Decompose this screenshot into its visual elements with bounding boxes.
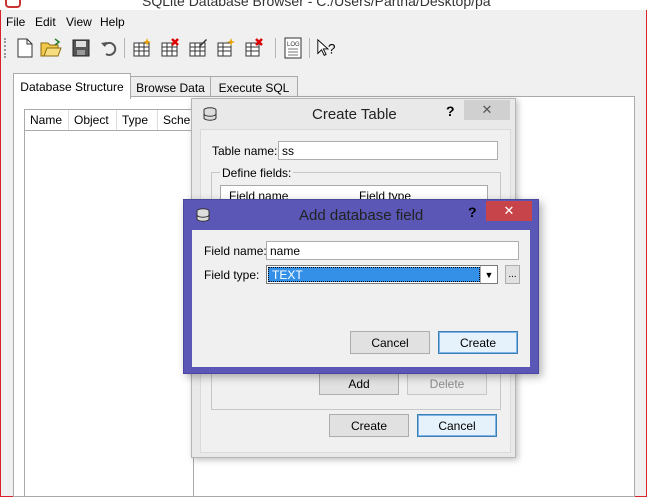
database-icon	[203, 107, 217, 121]
menu-file[interactable]: File	[6, 15, 25, 29]
cancel-button[interactable]: Cancel	[350, 331, 430, 354]
column-header-name[interactable]: Name	[25, 110, 69, 130]
add-field-button[interactable]: Add	[319, 372, 399, 395]
define-fields-label: Define fields:	[220, 166, 294, 180]
menu-bar: File Edit View Help	[0, 12, 640, 32]
undo-icon[interactable]	[98, 37, 120, 59]
toolbar: LOG ?	[0, 34, 640, 62]
field-type-select[interactable]: TEXT ▼	[266, 265, 498, 284]
whats-this-icon[interactable]: ?	[316, 37, 338, 59]
database-icon	[196, 208, 210, 222]
table-name-label: Table name:	[212, 144, 278, 158]
modify-table-icon[interactable]	[187, 37, 209, 59]
create-button[interactable]: Create	[438, 331, 518, 354]
tab-database-structure[interactable]: Database Structure	[13, 73, 131, 99]
delete-index-icon[interactable]	[243, 37, 265, 59]
add-field-dialog: Add database field ? ✕ Field name: Field…	[183, 199, 539, 374]
toolbar-separator	[309, 38, 310, 58]
toolbar-grip[interactable]	[4, 38, 9, 58]
new-database-icon[interactable]	[14, 37, 36, 59]
title-bar: SQLite Database Browser - C:/Users/Parth…	[0, 0, 647, 10]
help-icon[interactable]: ?	[468, 204, 477, 220]
create-table-title: Create Table	[312, 106, 397, 123]
menu-edit[interactable]: Edit	[35, 15, 56, 29]
svg-text:?: ?	[328, 42, 336, 57]
toolbar-separator	[124, 38, 125, 58]
column-header-object[interactable]: Object	[69, 110, 117, 130]
log-icon[interactable]: LOG	[282, 37, 304, 59]
browse-type-button[interactable]: ...	[505, 265, 520, 284]
create-index-icon[interactable]	[215, 37, 237, 59]
save-icon[interactable]	[70, 37, 92, 59]
cancel-button[interactable]: Cancel	[417, 414, 497, 437]
field-name-label: Field name:	[204, 244, 267, 258]
help-icon[interactable]: ?	[446, 103, 455, 119]
log-icon-label: LOG	[287, 42, 300, 48]
structure-header: Name Object Type Schema	[24, 109, 194, 131]
chevron-down-icon[interactable]: ▼	[480, 266, 497, 283]
create-table-caption: Create Table ? ✕	[192, 99, 515, 129]
field-type-value: TEXT	[268, 267, 480, 282]
column-header-schema[interactable]: Schema	[158, 110, 193, 130]
table-name-input[interactable]	[278, 141, 498, 160]
menu-view[interactable]: View	[66, 15, 92, 29]
column-header-type[interactable]: Type	[117, 110, 158, 130]
menu-help[interactable]: Help	[100, 15, 125, 29]
delete-field-button[interactable]: Delete	[407, 372, 487, 395]
delete-table-icon[interactable]	[159, 37, 181, 59]
field-type-label: Field type:	[204, 268, 260, 282]
close-button[interactable]: ✕	[486, 201, 532, 221]
structure-tree[interactable]	[24, 109, 194, 497]
create-table-icon[interactable]	[131, 37, 153, 59]
app-icon	[5, 0, 21, 8]
window-title: SQLite Database Browser - C:/Users/Parth…	[142, 0, 491, 9]
create-button[interactable]: Create	[329, 414, 409, 437]
add-field-title: Add database field	[299, 207, 424, 224]
close-button[interactable]: ✕	[464, 100, 510, 120]
field-name-input[interactable]	[266, 241, 519, 260]
toolbar-separator	[275, 38, 276, 58]
add-field-body: Field name: Field type: TEXT ▼ ... Cance…	[192, 230, 530, 367]
open-database-icon[interactable]	[40, 37, 62, 59]
